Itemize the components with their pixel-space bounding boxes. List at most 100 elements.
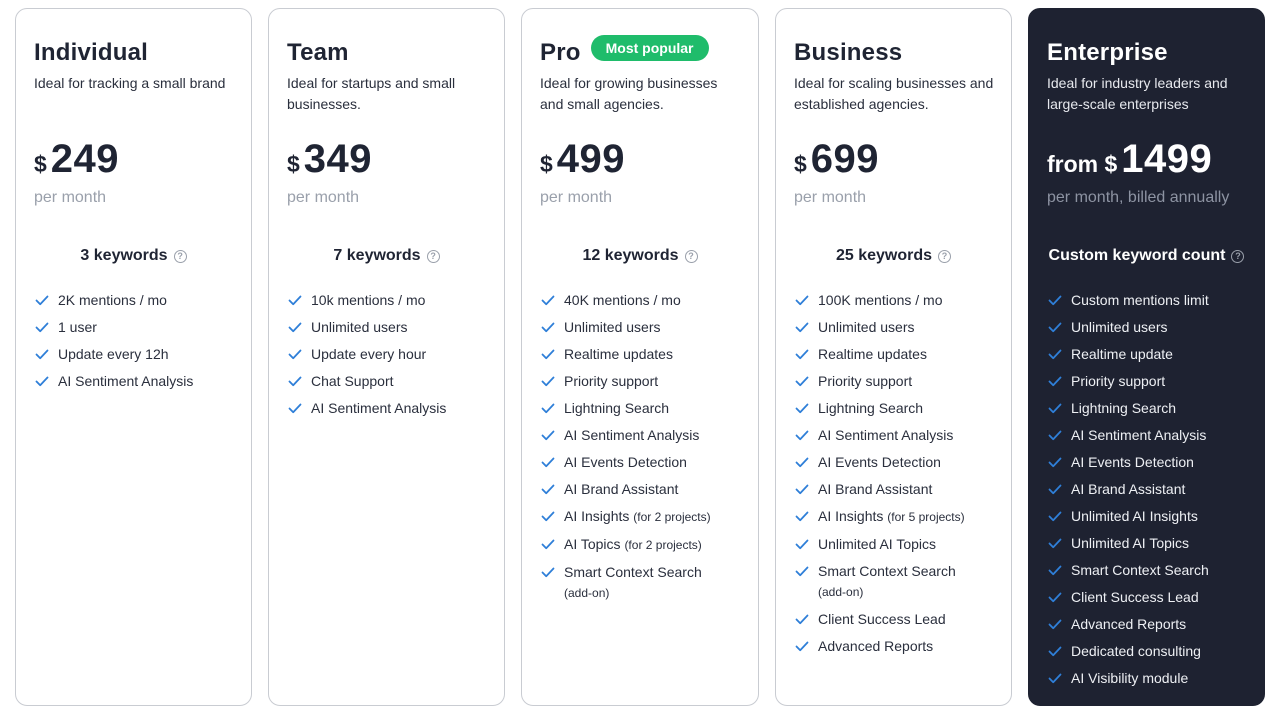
feature-item: 10k mentions / mo xyxy=(287,290,494,311)
feature-item: AI Insights (for 5 projects) xyxy=(794,506,1001,528)
feature-label: Unlimited AI Topics xyxy=(818,536,937,552)
feature-text-wrap: AI Events Detection xyxy=(564,452,687,473)
keywords-label: 7 keywords xyxy=(333,247,421,264)
plan-title: Individual xyxy=(34,39,149,66)
feature-item: Unlimited users xyxy=(540,317,748,338)
feature-label: Update every hour xyxy=(311,346,427,362)
feature-text-wrap: Lightning Search xyxy=(818,398,923,419)
feature-label: Lightning Search xyxy=(1071,400,1177,416)
price-period: per month xyxy=(540,189,613,206)
check-icon xyxy=(1048,295,1062,306)
feature-text-wrap: AI Insights (for 5 projects) xyxy=(818,506,965,528)
plan-price: $ 249 xyxy=(34,137,119,182)
feature-text-wrap: Realtime updates xyxy=(564,344,673,365)
help-circle-icon[interactable]: ? xyxy=(1231,249,1245,263)
feature-label: Priority support xyxy=(818,373,913,389)
plan-header: Team xyxy=(287,39,349,67)
feature-text-wrap: Priority support xyxy=(564,371,658,392)
price-currency: $ xyxy=(287,151,300,177)
check-icon xyxy=(541,376,555,387)
feature-item: Priority support xyxy=(794,371,1001,392)
feature-label: Priority support xyxy=(564,373,659,389)
feature-label: Chat Support xyxy=(311,373,394,389)
feature-subnote: (add-on) xyxy=(818,585,864,599)
feature-text-wrap: 10k mentions / mo xyxy=(311,290,425,311)
feature-text-wrap: Lightning Search xyxy=(564,398,669,419)
feature-item: Smart Context Search (add-on) xyxy=(540,562,748,604)
feature-item: Custom mentions limit xyxy=(1047,290,1254,311)
plan-title: Business xyxy=(794,39,903,66)
feature-label: Unlimited users xyxy=(311,319,408,335)
plan-header: Business xyxy=(794,39,902,67)
feature-list: 10k mentions / mo Unlimited users Update e… xyxy=(287,290,494,425)
price-currency: from $ xyxy=(1047,151,1118,177)
price-amount: 499 xyxy=(556,137,626,181)
feature-item: Realtime update xyxy=(1047,344,1254,365)
feature-text-wrap: Lightning Search xyxy=(1071,398,1176,419)
feature-text-wrap: Smart Context Search (add-on) xyxy=(564,562,702,604)
keywords-count: Custom keyword count ? xyxy=(1029,247,1264,265)
feature-item: AI Events Detection xyxy=(540,452,748,473)
help-circle-icon[interactable]: ? xyxy=(173,249,187,263)
feature-label: Smart Context Search xyxy=(564,564,702,580)
feature-text-wrap: Chat Support xyxy=(311,371,394,392)
feature-text-wrap: Unlimited users xyxy=(818,317,914,338)
feature-text-wrap: Smart Context Search xyxy=(1071,560,1209,581)
plan-card-pro: Pro Most popular Ideal for growing busin… xyxy=(521,8,759,706)
keywords-count: 12 keywords ? xyxy=(522,247,758,265)
feature-list: 2K mentions / mo 1 user Update every 12h AI… xyxy=(34,290,241,398)
help-circle-icon[interactable]: ? xyxy=(684,249,698,263)
feature-label: 100K mentions / mo xyxy=(818,292,943,308)
check-icon xyxy=(541,539,555,550)
feature-text-wrap: Priority support xyxy=(818,371,912,392)
feature-label: Advanced Reports xyxy=(1071,616,1187,632)
price-period: per month xyxy=(794,189,867,206)
help-circle-icon[interactable]: ? xyxy=(938,249,952,263)
plan-header: Enterprise xyxy=(1047,39,1168,67)
feature-note: (for 5 projects) xyxy=(887,510,965,524)
price-currency: $ xyxy=(34,151,47,177)
feature-item: Update every hour xyxy=(287,344,494,365)
feature-text-wrap: AI Brand Assistant xyxy=(1071,479,1185,500)
feature-label: Dedicated consulting xyxy=(1071,643,1201,659)
plan-card-team: Team Ideal for startups and small busine… xyxy=(268,8,505,706)
feature-label: AI Sentiment Analysis xyxy=(564,427,700,443)
check-icon xyxy=(288,376,302,387)
most-popular-badge: Most popular xyxy=(590,35,709,61)
feature-item: AI Events Detection xyxy=(1047,452,1254,473)
feature-item: Unlimited AI Topics xyxy=(1047,533,1254,554)
plan-description: Ideal for scaling businesses and establi… xyxy=(794,75,994,112)
feature-subnote: (add-on) xyxy=(564,586,610,600)
feature-item: AI Topics (for 2 projects) xyxy=(540,534,748,556)
feature-item: 1 user xyxy=(34,317,241,338)
feature-text-wrap: AI Brand Assistant xyxy=(564,479,678,500)
check-icon xyxy=(795,430,809,441)
price-amount: 249 xyxy=(50,137,120,181)
feature-text-wrap: Realtime updates xyxy=(818,344,927,365)
keywords-count: 25 keywords ? xyxy=(776,247,1011,265)
feature-item: Priority support xyxy=(1047,371,1254,392)
feature-label: Lightning Search xyxy=(818,400,924,416)
feature-label: Realtime updates xyxy=(818,346,927,362)
check-icon xyxy=(288,349,302,360)
feature-label: AI Visibility module xyxy=(1071,670,1189,686)
feature-item: 2K mentions / mo xyxy=(34,290,241,311)
check-icon xyxy=(795,457,809,468)
help-circle-icon[interactable]: ? xyxy=(426,249,440,263)
feature-label: Advanced Reports xyxy=(818,638,934,654)
feature-label: Priority support xyxy=(1071,373,1166,389)
check-icon xyxy=(541,322,555,333)
feature-label: AI Brand Assistant xyxy=(1071,481,1186,497)
plan-description: Ideal for industry leaders and large-sca… xyxy=(1047,75,1228,112)
price-currency: $ xyxy=(540,151,553,177)
check-icon xyxy=(1048,538,1062,549)
feature-text-wrap: Custom mentions limit xyxy=(1071,290,1209,311)
feature-label: AI Insights xyxy=(818,508,884,524)
feature-text-wrap: Dedicated consulting xyxy=(1071,641,1201,662)
price-period: per month xyxy=(34,189,107,206)
feature-label: Client Success Lead xyxy=(818,611,946,627)
feature-text-wrap: AI Sentiment Analysis xyxy=(1071,425,1206,446)
feature-item: Unlimited users xyxy=(794,317,1001,338)
price-amount: 349 xyxy=(303,137,373,181)
feature-list: 100K mentions / mo Unlimited users Realtim… xyxy=(794,290,1001,663)
